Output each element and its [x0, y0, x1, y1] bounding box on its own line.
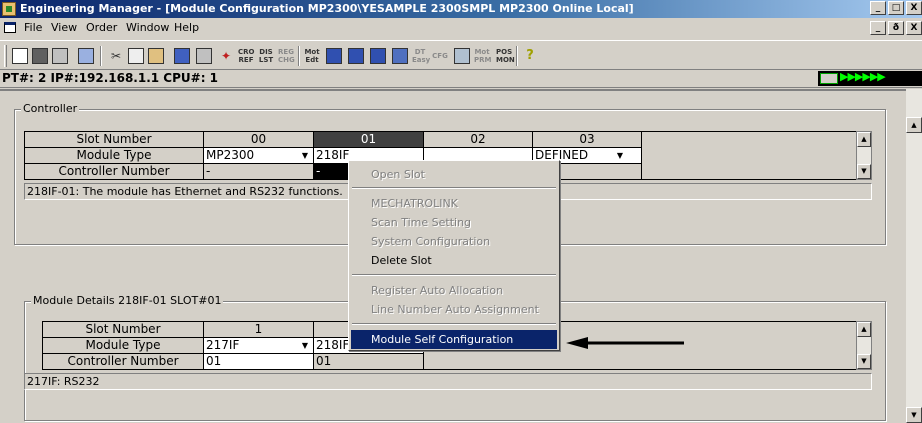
copy-icon[interactable] [128, 48, 144, 64]
details-row-label-controller-number: Controller Number [42, 353, 204, 370]
slot-header-03[interactable]: 03 [532, 131, 642, 148]
details-grid-scrollbar[interactable]: ▲ ▼ [856, 321, 872, 370]
menu-bar: File View Order Window Help _ ð X [0, 18, 922, 38]
details-module-type-select-1[interactable]: 217IF ▼ [203, 337, 314, 354]
scroll-down-icon[interactable]: ▼ [857, 354, 871, 369]
dis-lst-icon[interactable]: DIS LST [258, 48, 274, 64]
print-icon[interactable] [52, 48, 68, 64]
menu-item-line-number-auto-assignment[interactable]: Line Number Auto Assignment [351, 300, 557, 319]
controller-grid-scrollbar[interactable]: ▲ ▼ [856, 131, 872, 180]
menu-item-register-auto-allocation[interactable]: Register Auto Allocation [351, 281, 557, 300]
mot-prm-icon[interactable]: Mot PRM [474, 48, 492, 64]
paste-icon[interactable] [148, 48, 164, 64]
mot-edt-icon[interactable]: Mot Edt [304, 48, 320, 64]
cut-icon[interactable]: ✂ [108, 48, 124, 64]
help-icon[interactable]: ? [522, 48, 538, 64]
menu-item-scan-time-setting[interactable]: Scan Time Setting [351, 213, 557, 232]
menu-item-open-slot[interactable]: Open Slot [351, 165, 557, 184]
scroll-up-icon[interactable]: ▲ [857, 322, 871, 337]
reg-chg-icon[interactable]: REG CHG [278, 48, 295, 64]
title-bar[interactable]: Engineering Manager - [Module Configurat… [0, 0, 922, 18]
scroll-up-icon[interactable]: ▲ [906, 117, 922, 133]
slot-header-02[interactable]: 02 [423, 131, 533, 148]
menu-item-system-configuration[interactable]: System Configuration [351, 232, 557, 251]
run-indicator: ▶▶▶▶▶▶ [818, 70, 922, 86]
slot-header-01[interactable]: 01 [313, 131, 424, 148]
network-icon[interactable]: ✦ [218, 48, 234, 64]
row-label-slot-number: Slot Number [24, 131, 204, 148]
chevron-down-icon[interactable]: ▼ [613, 149, 627, 162]
details-row-label-slot-number: Slot Number [42, 321, 204, 338]
slot-context-menu: Open Slot MECHATROLINK Scan Time Setting… [348, 160, 560, 351]
document-icon[interactable] [4, 22, 16, 33]
menu-item-delete-slot[interactable]: Delete Slot [351, 251, 557, 270]
menu-file[interactable]: File [24, 21, 42, 34]
mdi-minimize-button[interactable]: _ [870, 21, 886, 35]
save-icon[interactable] [32, 48, 48, 64]
mdi-restore-button[interactable]: ð [888, 21, 904, 35]
mdi-close-button[interactable]: X [906, 21, 922, 35]
cro-ref-icon[interactable]: CRO REF [238, 48, 254, 64]
chevron-down-icon[interactable]: ▼ [298, 149, 312, 162]
grid-empty-area [641, 131, 857, 180]
trace-icon[interactable] [392, 48, 408, 64]
menu-help[interactable]: Help [174, 21, 199, 34]
slot-header-00[interactable]: 00 [203, 131, 314, 148]
controller-number-00: - [203, 163, 314, 180]
window-title: Engineering Manager - [Module Configurat… [20, 2, 634, 15]
module-details-group-label: Module Details 218IF-01 SLOT#01 [31, 294, 224, 307]
connection-status: PT#: 2 IP#:192.168.1.1 CPU#: 1 [2, 71, 219, 85]
app-icon[interactable] [2, 2, 16, 16]
dt-easy-icon[interactable]: DT Easy [412, 48, 430, 64]
cpu-icon [820, 73, 838, 84]
row-label-module-type: Module Type [24, 147, 204, 164]
scroll-down-icon[interactable]: ▼ [906, 407, 922, 423]
scroll-down-icon[interactable]: ▼ [857, 164, 871, 179]
callout-arrow-icon [566, 337, 684, 349]
details-controller-number-2: 01 [313, 353, 424, 370]
controller-group-label: Controller [21, 102, 80, 115]
details-row-label-module-type: Module Type [42, 337, 204, 354]
maximize-button[interactable]: □ [888, 1, 904, 15]
details-controller-number-1[interactable]: 01 [203, 353, 314, 370]
menu-item-mechatrolink[interactable]: MECHATROLINK [351, 194, 557, 213]
ladder-edit-icon[interactable] [348, 48, 364, 64]
menu-window[interactable]: Window [126, 21, 169, 34]
module-details-description: 217IF: RS232 [24, 373, 872, 390]
close-button[interactable]: X [906, 1, 922, 15]
run-arrows: ▶▶▶▶▶▶ [840, 70, 886, 83]
system-icon[interactable] [454, 48, 470, 64]
main-vertical-scrollbar[interactable]: ▲ ▼ [906, 89, 922, 423]
ladder-icon[interactable] [326, 48, 342, 64]
print-preview-icon[interactable] [196, 48, 212, 64]
pos-mon-icon[interactable]: POS MON [496, 48, 515, 64]
module-config-icon[interactable] [174, 48, 190, 64]
minimize-button[interactable]: _ [870, 1, 886, 15]
cfg-icon[interactable]: CFG [432, 48, 448, 64]
motion-program-icon[interactable] [370, 48, 386, 64]
menu-order[interactable]: Order [86, 21, 117, 34]
details-slot-header-1[interactable]: 1 [203, 321, 314, 338]
scroll-up-icon[interactable]: ▲ [857, 132, 871, 147]
module-type-select-00[interactable]: MP2300 ▼ [203, 147, 314, 164]
transfer-icon[interactable] [78, 48, 94, 64]
row-label-controller-number: Controller Number [24, 163, 204, 180]
chevron-down-icon[interactable]: ▼ [298, 339, 312, 352]
connection-status-bar: PT#: 2 IP#:192.168.1.1 CPU#: 1 ▶▶▶▶▶▶ [0, 70, 922, 88]
new-icon[interactable] [12, 48, 28, 64]
menu-view[interactable]: View [51, 21, 77, 34]
toolbar: ✂ ✦ CRO REF DIS LST REG CHG Mot Edt DT E… [0, 40, 922, 70]
toolbar-grip[interactable] [4, 45, 7, 67]
menu-item-module-self-configuration[interactable]: Module Self Configuration [351, 330, 557, 349]
